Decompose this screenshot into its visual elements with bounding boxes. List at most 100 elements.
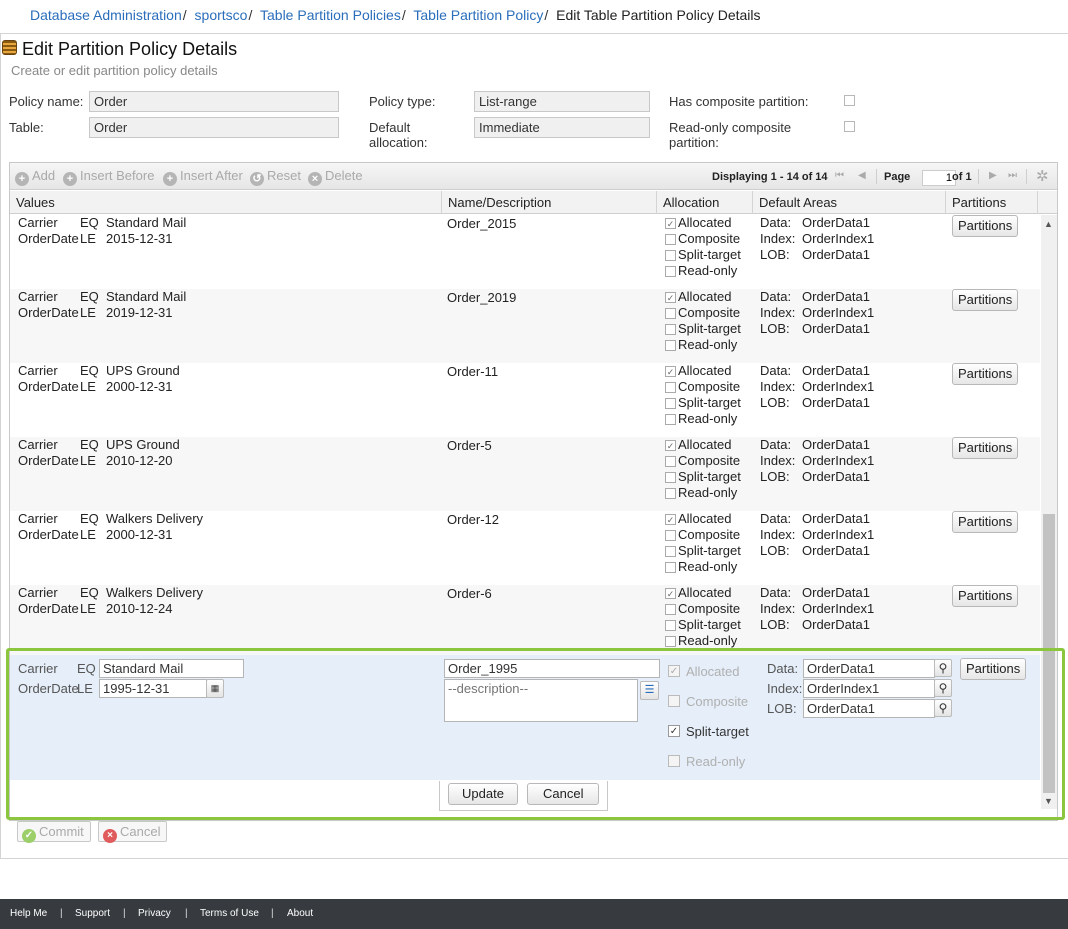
table-field: Order	[89, 117, 339, 138]
partitions-button[interactable]: Partitions	[952, 215, 1019, 237]
value-operator-1: EQ	[80, 363, 99, 378]
allocated-checkbox: ✓	[665, 440, 676, 451]
partitions-button[interactable]: Partitions	[952, 585, 1019, 607]
table-row[interactable]: Carrier EQ UPS Ground OrderDate LE 2000-…	[10, 363, 1040, 437]
breadcrumb-separator: /	[182, 7, 187, 23]
cancel-all-button[interactable]: × Cancel	[98, 821, 168, 843]
breadcrumb-link-database-administration[interactable]: Database Administration	[30, 7, 182, 23]
add-button[interactable]: + Add	[15, 168, 55, 186]
index-area-label: Index:	[760, 601, 796, 616]
partitions-button[interactable]: Partitions	[952, 363, 1019, 385]
read-only-label: Read-only	[678, 633, 738, 648]
data-area-label: Data:	[760, 215, 792, 230]
breadcrumb-link-table-partition-policies[interactable]: Table Partition Policies	[260, 7, 401, 23]
breadcrumb-separator: /	[248, 7, 253, 23]
refresh-icon[interactable]: ✲	[1036, 167, 1049, 185]
scroll-up-icon[interactable]: ▲	[1044, 219, 1053, 229]
allocated-label: Allocated	[678, 363, 732, 378]
split-target-label: Split-target	[678, 469, 741, 484]
readonly-composite-checkbox[interactable]	[844, 121, 855, 132]
table-row[interactable]: Carrier EQ UPS Ground OrderDate LE 2010-…	[10, 437, 1040, 511]
delete-button[interactable]: × Delete	[308, 168, 363, 186]
split-target-checkbox	[665, 250, 676, 261]
default-allocation-label: Default allocation:	[369, 120, 428, 150]
column-header-name[interactable]: Name/Description	[442, 191, 657, 214]
reset-button[interactable]: ↺ Reset	[250, 168, 301, 186]
read-only-checkbox	[665, 488, 676, 499]
composite-checkbox	[665, 382, 676, 393]
partitions-button[interactable]: Partitions	[952, 437, 1019, 459]
split-target-checkbox	[665, 546, 676, 557]
column-header-allocation[interactable]: Allocation	[657, 191, 753, 214]
footer-separator: |	[60, 908, 63, 919]
lob-area-value: OrderData1	[802, 247, 870, 262]
column-header-values[interactable]: Values	[10, 191, 442, 214]
lob-area-label: LOB:	[760, 247, 790, 262]
allocated-checkbox: ✓	[665, 218, 676, 229]
value-column-2: OrderDate	[18, 527, 79, 542]
read-only-label: Read-only	[678, 559, 738, 574]
lob-area-value: OrderData1	[802, 543, 870, 558]
footer-separator: |	[123, 908, 126, 919]
commit-label: Commit	[39, 824, 84, 839]
index-area-label: Index:	[760, 231, 796, 246]
value-column-2: OrderDate	[18, 231, 79, 246]
table-row[interactable]: Carrier EQ Walkers Delivery OrderDate LE…	[10, 511, 1040, 585]
breadcrumb-separator: /	[544, 7, 549, 23]
split-target-checkbox	[665, 324, 676, 335]
breadcrumb-link-table-partition-policy[interactable]: Table Partition Policy	[413, 7, 543, 23]
table-row[interactable]: Carrier EQ Standard Mail OrderDate LE 20…	[10, 289, 1040, 363]
prev-page-icon[interactable]: ◀	[858, 170, 866, 181]
table-label: Table:	[9, 120, 44, 135]
partitions-button[interactable]: Partitions	[952, 289, 1019, 311]
partitions-button[interactable]: Partitions	[952, 511, 1019, 533]
lob-area-value: OrderData1	[802, 617, 870, 632]
value-column-2: OrderDate	[18, 379, 79, 394]
footer-link-support[interactable]: Support	[75, 908, 110, 919]
page-number-input[interactable]	[922, 170, 956, 186]
next-page-icon[interactable]: ▶	[989, 170, 997, 181]
read-only-label: Read-only	[678, 411, 738, 426]
commit-button[interactable]: ✓ Commit	[17, 821, 91, 843]
allocated-checkbox: ✓	[665, 514, 676, 525]
last-page-icon[interactable]: ⏭	[1008, 170, 1017, 181]
insert-before-button[interactable]: + Insert Before	[63, 168, 154, 186]
footer-link-about[interactable]: About	[287, 908, 313, 919]
column-header-partitions[interactable]: Partitions	[946, 191, 1038, 214]
composite-checkbox	[665, 234, 676, 245]
pager-displaying: Displaying 1 - 14 of 14	[712, 171, 828, 183]
breadcrumb: Database Administration/ sportsco/ Table…	[30, 7, 761, 23]
footer-link-terms[interactable]: Terms of Use	[200, 908, 259, 919]
has-composite-checkbox[interactable]	[844, 95, 855, 106]
allocated-label: Allocated	[678, 215, 732, 230]
index-area-value: OrderIndex1	[802, 379, 875, 394]
lob-area-label: LOB:	[760, 543, 790, 558]
data-area-label: Data:	[760, 363, 792, 378]
column-header-default-areas[interactable]: Default Areas	[753, 191, 946, 214]
breadcrumb-link-sportsco[interactable]: sportsco	[195, 7, 248, 23]
split-target-checkbox	[665, 398, 676, 409]
value-column-1: Carrier	[18, 437, 58, 452]
composite-label: Composite	[678, 231, 741, 246]
first-page-icon[interactable]: ⏮	[835, 170, 844, 181]
footer-link-privacy[interactable]: Privacy	[138, 908, 171, 919]
value-1: UPS Ground	[106, 437, 180, 452]
footer-separator: |	[271, 908, 274, 919]
allocated-label: Allocated	[678, 437, 732, 452]
page-subtitle: Create or edit partition policy details	[11, 63, 218, 78]
partition-name: Order-11	[447, 364, 499, 379]
read-only-label: Read-only	[678, 337, 738, 352]
table-row[interactable]: Carrier EQ Standard Mail OrderDate LE 20…	[10, 215, 1040, 289]
value-operator-1: EQ	[80, 215, 99, 230]
edit-row-highlight	[6, 648, 1065, 820]
allocated-checkbox: ✓	[665, 588, 676, 599]
index-area-label: Index:	[760, 379, 796, 394]
value-1: Walkers Delivery	[106, 585, 204, 600]
lob-area-label: LOB:	[760, 395, 790, 410]
lob-area-value: OrderData1	[802, 321, 870, 336]
composite-checkbox	[665, 456, 676, 467]
insert-after-button[interactable]: + Insert After	[163, 168, 243, 186]
index-area-value: OrderIndex1	[802, 231, 875, 246]
footer-link-help[interactable]: Help Me	[10, 908, 47, 919]
value-column-1: Carrier	[18, 511, 58, 526]
